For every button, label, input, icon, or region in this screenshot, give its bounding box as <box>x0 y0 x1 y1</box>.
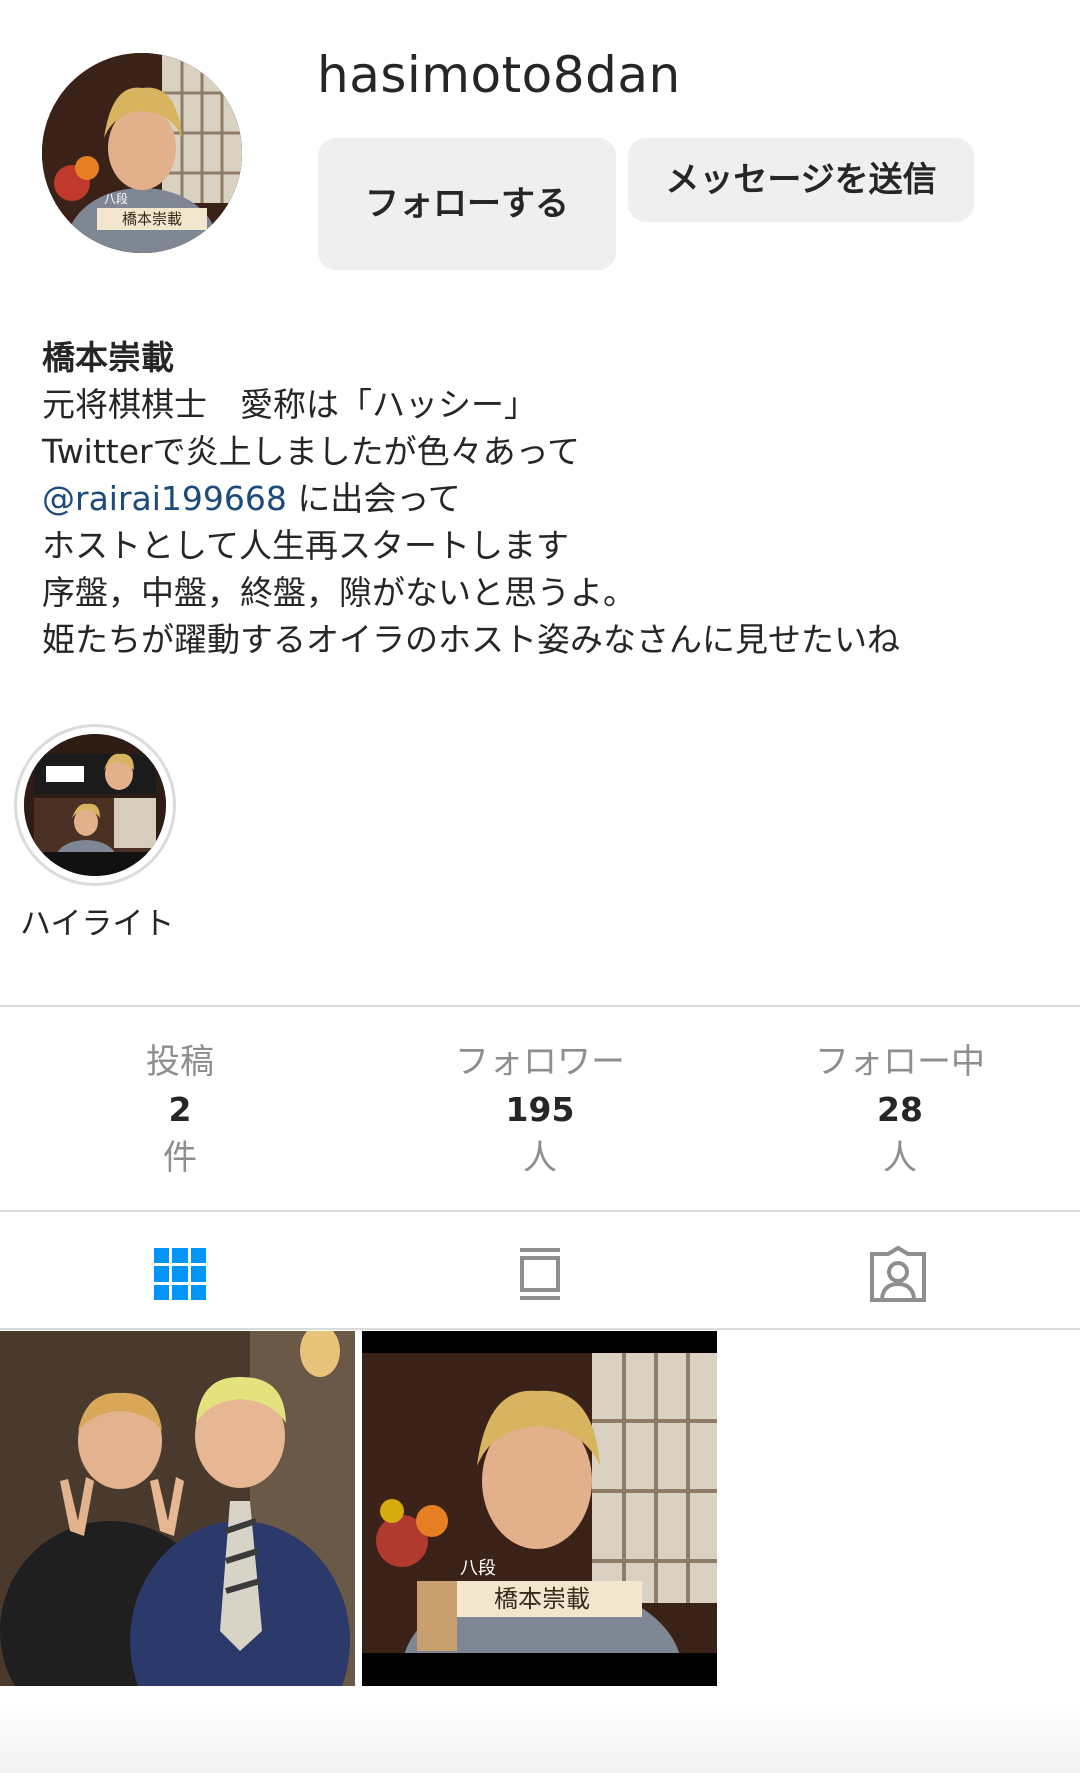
feed-icon <box>520 1248 560 1300</box>
stat-posts-unit: 件 <box>163 1138 197 1178</box>
message-button[interactable]: メッセージを送信 <box>628 138 974 222</box>
stat-following-value: 28 <box>877 1090 923 1129</box>
bio-line: @rairai199668 に出会って <box>42 475 1042 522</box>
bottom-fade <box>0 1700 1080 1773</box>
bio-line: 姫たちが躍動するオイラのホスト姿みなさんに見せたいね <box>42 620 900 659</box>
highlight-thumbnail[interactable] <box>24 734 166 876</box>
highlight-image <box>24 734 166 876</box>
bio-full-name: 橋本崇載 <box>42 338 174 377</box>
tab-tagged[interactable] <box>868 1244 928 1304</box>
post-thumbnail[interactable]: 八段 橋本崇載 <box>362 1331 717 1686</box>
tabs-top-divider <box>0 1210 1080 1212</box>
tab-grid[interactable] <box>150 1244 210 1304</box>
tagged-icon <box>870 1245 926 1302</box>
post-caption-name: 橋本崇載 <box>494 1585 590 1613</box>
profile-bio: 橋本崇載 元将棋棋士 愛称は「ハッシー」 Twitterで炎上しましたが色々あっ… <box>42 334 1042 663</box>
avatar-caption-rank: 八段 <box>104 191 128 206</box>
tab-feed[interactable] <box>510 1244 570 1304</box>
post-thumbnail[interactable] <box>0 1331 355 1686</box>
follow-button[interactable]: フォローする <box>318 138 616 270</box>
stat-followers[interactable]: フォロワー 195 人 <box>390 1038 690 1182</box>
bio-line-suffix: に出会って <box>286 479 461 518</box>
stat-following-label: フォロー中 <box>815 1042 985 1082</box>
posts-top-divider <box>0 1328 1080 1330</box>
highlight-label[interactable]: ハイライト <box>20 898 174 943</box>
bio-line: 元将棋棋士 愛称は「ハッシー」 <box>42 385 537 424</box>
post-image: 八段 橋本崇載 <box>362 1331 717 1686</box>
stat-followers-label: フォロワー <box>455 1042 625 1082</box>
stats-top-divider <box>0 1005 1080 1007</box>
stat-posts-label: 投稿 <box>146 1042 214 1082</box>
bio-mention-link[interactable]: @rairai199668 <box>42 479 287 518</box>
post-caption-rank: 八段 <box>460 1558 496 1579</box>
stat-followers-value: 195 <box>505 1090 575 1129</box>
bio-line: Twitterで炎上しましたが色々あって <box>42 432 580 471</box>
avatar-image: 橋本崇載 八段 <box>42 53 242 253</box>
grid-icon <box>154 1248 206 1300</box>
bio-line: ホストとして人生再スタートします <box>42 526 570 565</box>
stat-following-unit: 人 <box>883 1138 917 1178</box>
avatar-caption-name: 橋本崇載 <box>122 210 182 228</box>
stat-followers-unit: 人 <box>523 1138 557 1178</box>
stat-posts-value: 2 <box>168 1090 192 1129</box>
post-image <box>0 1331 355 1686</box>
profile-avatar[interactable]: 橋本崇載 八段 <box>42 53 242 253</box>
stat-following[interactable]: フォロー中 28 人 <box>750 1038 1050 1182</box>
stat-posts[interactable]: 投稿 2 件 <box>30 1038 330 1182</box>
bio-line: 序盤，中盤，終盤，隙がないと思うよ。 <box>42 573 636 612</box>
profile-username: hasimoto8dan <box>317 46 681 104</box>
